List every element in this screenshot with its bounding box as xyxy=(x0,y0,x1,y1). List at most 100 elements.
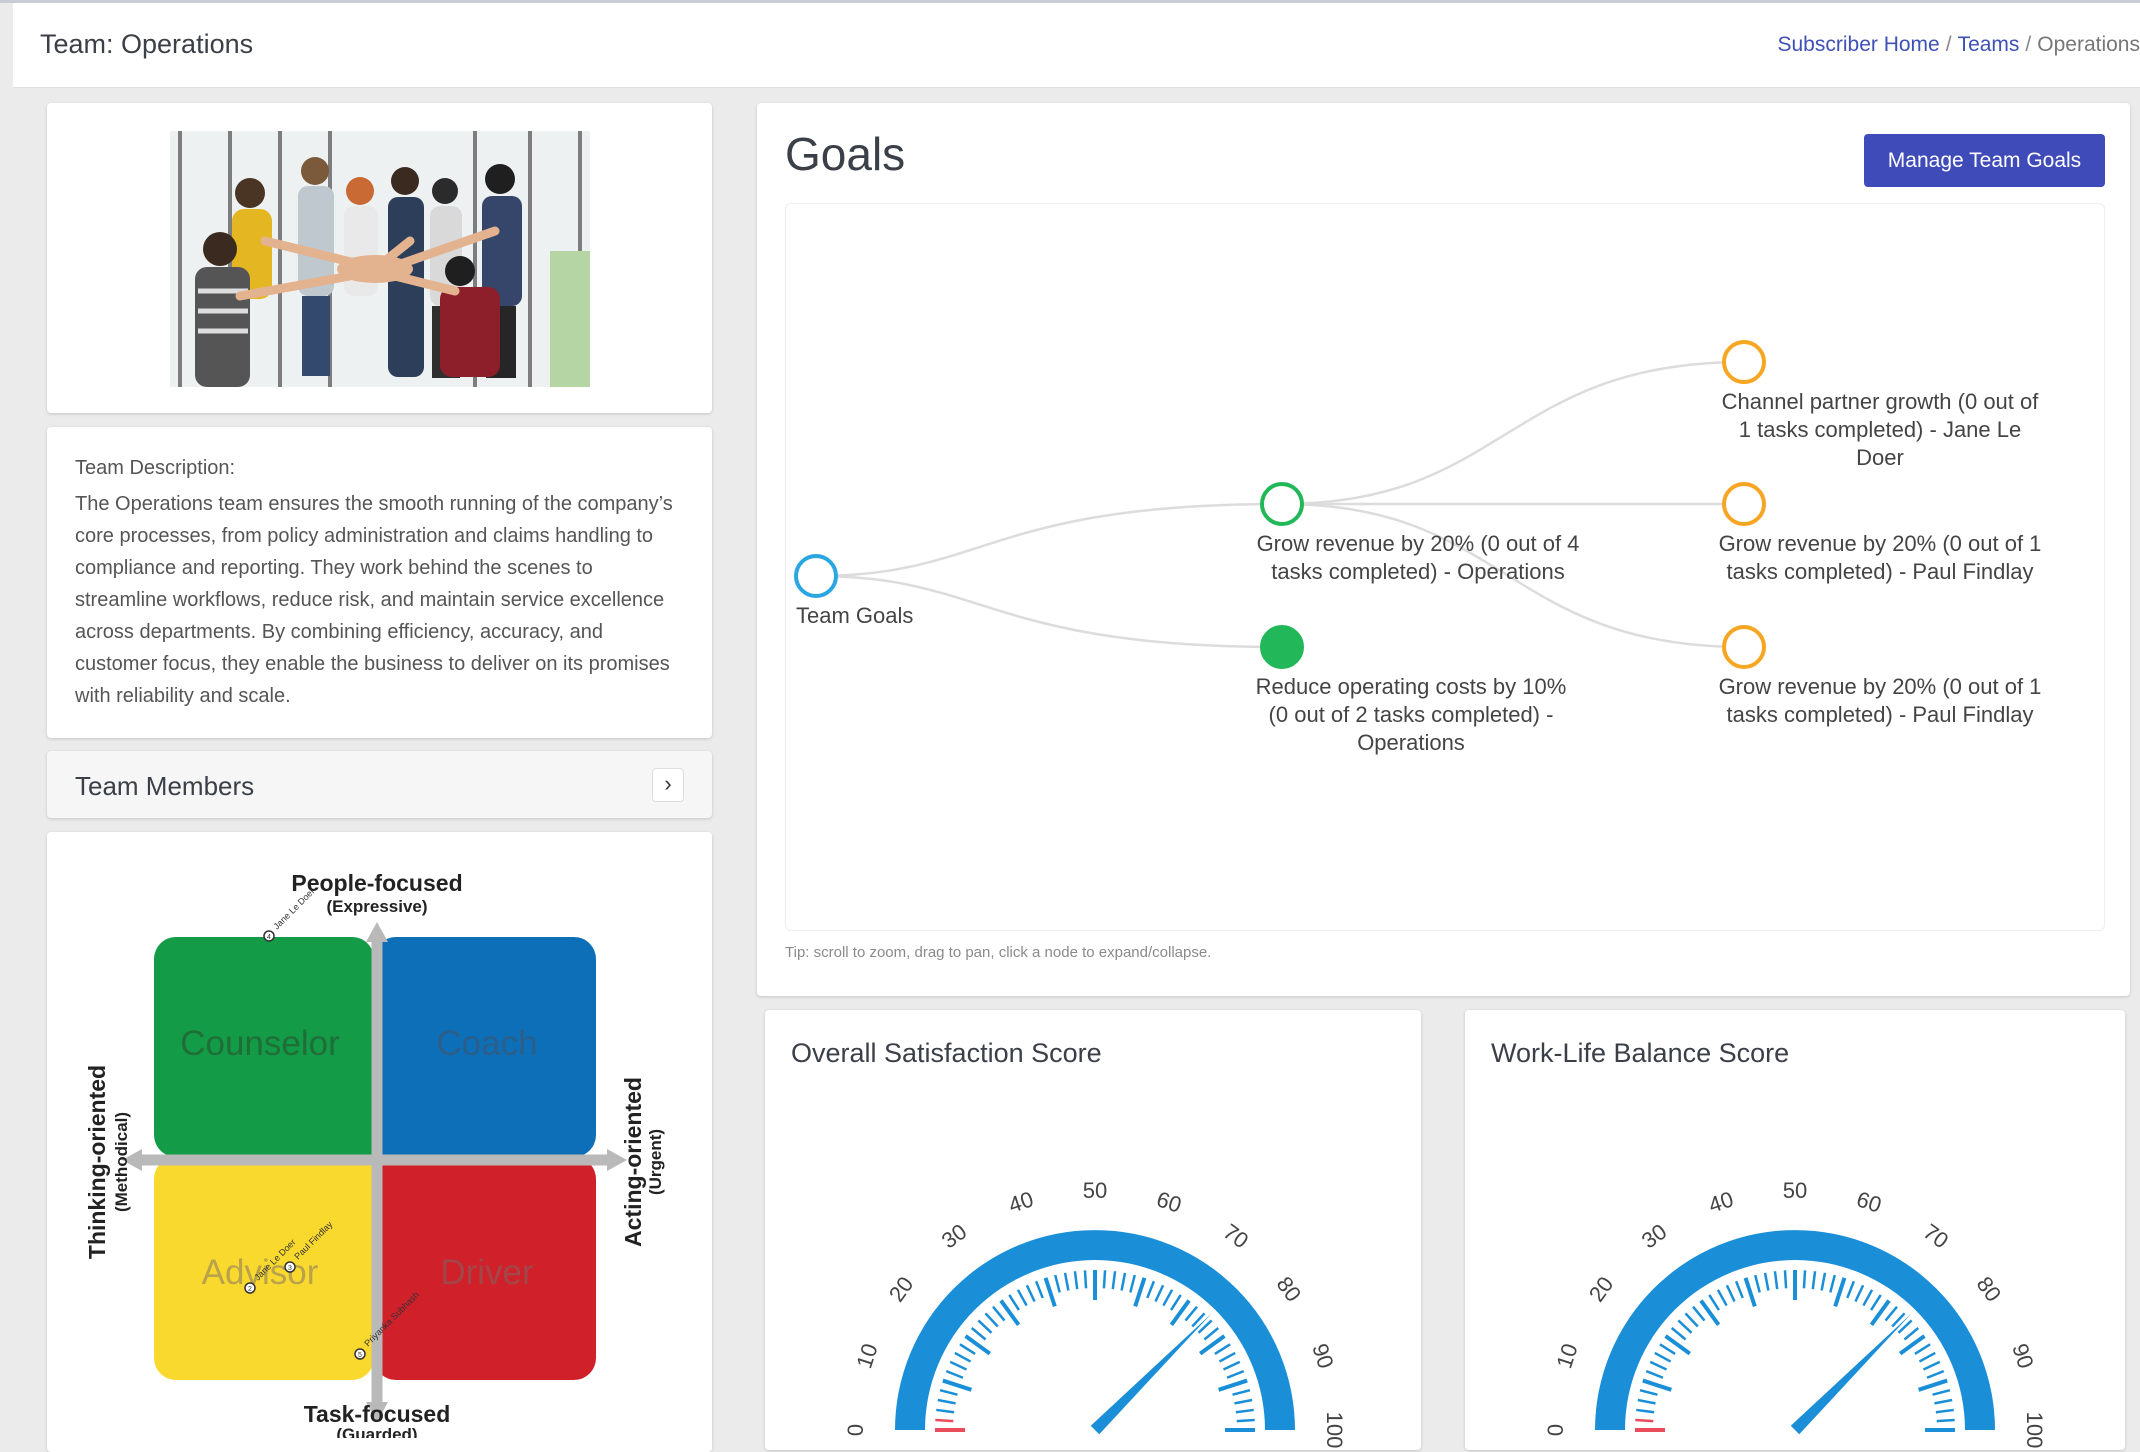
goal-node[interactable] xyxy=(1260,625,1304,669)
gauge-tick xyxy=(1162,1289,1174,1307)
gauge-tick xyxy=(1218,1351,1236,1363)
gauge-tick xyxy=(1903,1327,1920,1341)
gauge-tick xyxy=(1232,1388,1251,1396)
gauge-tick xyxy=(1677,1319,1693,1334)
gauge-tick xyxy=(945,1369,964,1379)
svg-text:5: 5 xyxy=(358,1352,362,1359)
team-photo-card xyxy=(47,103,712,413)
gauge-tick xyxy=(1214,1343,1231,1355)
breadcrumb-subscriber-home[interactable]: Subscriber Home xyxy=(1777,33,1939,56)
gauge-tick xyxy=(1716,1289,1728,1307)
gauge-tick xyxy=(1922,1360,1941,1371)
axis-label-bottom: Task-focused xyxy=(304,1401,451,1427)
manage-team-goals-button[interactable]: Manage Team Goals xyxy=(1864,134,2105,187)
page-title: Team: Operations xyxy=(40,29,254,59)
gauge-tick xyxy=(1226,1369,1245,1379)
gauge-tick xyxy=(1820,1272,1827,1291)
breadcrumb-separator: / xyxy=(2025,33,2032,56)
gauge-tick xyxy=(1649,1360,1668,1371)
quadrant-label-coach: Coach xyxy=(436,1024,537,1063)
gauge-tick xyxy=(1016,1289,1028,1307)
overall-satisfaction-gauge: 0 10 20 30 40 50 60 70 80 90 100 xyxy=(843,1178,1347,1449)
svg-text:2: 2 xyxy=(248,1286,252,1293)
gauge-tick xyxy=(1914,1343,1931,1355)
gauge-tick xyxy=(939,1388,958,1396)
gauge-tick-label: 20 xyxy=(884,1272,919,1307)
gauge-tick xyxy=(1170,1294,1182,1311)
gauge-tick-label: 60 xyxy=(1154,1186,1185,1217)
gauge-tick xyxy=(977,1319,993,1334)
gauge-tick xyxy=(1753,1274,1761,1293)
team-description-card: Team Description: The Operations team en… xyxy=(47,427,712,738)
gauge-tick xyxy=(970,1327,987,1341)
gauge-tick xyxy=(1918,1378,1948,1392)
gauge-tick xyxy=(1073,1271,1079,1290)
gauge-tick xyxy=(1197,1319,1213,1334)
member-marker[interactable]: 4 Jane Le Doer xyxy=(263,886,317,942)
gauge-tick-label: 40 xyxy=(1005,1186,1036,1217)
goal-node[interactable] xyxy=(1722,625,1766,669)
gauge-tick-label: 100 xyxy=(1322,1412,1347,1449)
gauge-tick xyxy=(1692,1305,1706,1322)
breadcrumb-teams[interactable]: Teams xyxy=(1958,33,2020,56)
goal-node[interactable] xyxy=(1722,482,1766,526)
goal-label: Channel partner growth (0 out of 1 tasks … xyxy=(1721,389,2039,470)
gauge-tick xyxy=(954,1351,972,1363)
gauge-tick xyxy=(1829,1274,1837,1293)
gauge-tick-label: 90 xyxy=(2007,1340,2038,1371)
gauge-band xyxy=(1595,1230,1995,1430)
gauge-tick xyxy=(1120,1272,1127,1291)
gauge-tick-label: 40 xyxy=(1705,1186,1736,1217)
gauge-tick xyxy=(959,1343,976,1355)
gauge-tick-label: 70 xyxy=(1919,1219,1954,1254)
goal-tree-tip: Tip: scroll to zoom, drag to pan, click … xyxy=(785,944,1212,961)
goal-node-root[interactable] xyxy=(794,554,838,598)
gauge-tick xyxy=(1133,1277,1147,1307)
goal-label: Grow revenue by 20% (0 out of 1 tasks com… xyxy=(1718,674,2042,727)
gauge-tick xyxy=(1932,1388,1951,1396)
social-style-quadrant: Counselor Coach Advisor Driver People-fo… xyxy=(84,870,665,1444)
gauge-tick xyxy=(1234,1398,1253,1405)
gauge-tick xyxy=(1645,1369,1664,1379)
gauge-tick-label: 30 xyxy=(1637,1219,1672,1254)
gauge-tick xyxy=(1635,1418,1654,1423)
gauge-tick xyxy=(1773,1271,1779,1290)
axis-label-right: Acting-oriented xyxy=(620,1077,646,1247)
gauge-tick xyxy=(1884,1305,1898,1322)
gauge-tick-label: 60 xyxy=(1854,1186,1885,1217)
goal-label-root: Team Goals xyxy=(796,603,914,628)
goal-tree-canvas[interactable]: Team Goals Grow revenue by 20% (0 out of… xyxy=(785,203,2105,931)
gauge-tick xyxy=(1053,1274,1061,1293)
gauge-tick xyxy=(1659,1343,1676,1355)
gauge-tick xyxy=(1763,1272,1770,1291)
gauge-tick xyxy=(1637,1398,1656,1405)
team-photo xyxy=(170,131,590,387)
gauge-tick xyxy=(1222,1360,1241,1371)
gauge-tick xyxy=(1684,1312,1699,1328)
gauge-tick xyxy=(1008,1294,1020,1311)
gauge-tick xyxy=(1935,1408,1954,1414)
quadrant-label-counselor: Counselor xyxy=(180,1024,340,1063)
gauge-tick xyxy=(1654,1351,1672,1363)
goal-label: Grow revenue by 20% (0 out of 1 tasks com… xyxy=(1718,531,2042,584)
gauge-tick-label: 10 xyxy=(851,1340,882,1371)
gauge-tick xyxy=(1833,1277,1847,1307)
overall-satisfaction-card: Overall Satisfaction Score 0 10 20 30 40 50 60… xyxy=(765,1010,1421,1450)
goal-node[interactable] xyxy=(1260,482,1304,526)
gauge-tick xyxy=(1063,1272,1070,1291)
gauge-tick xyxy=(1897,1319,1913,1334)
gauge-tick xyxy=(949,1360,968,1371)
expand-chevron-button[interactable]: › xyxy=(652,768,684,802)
team-members-panel[interactable]: Team Members › xyxy=(47,751,712,818)
breadcrumb: Subscriber Home / Teams / Operations xyxy=(1777,33,2140,57)
axis-sublabel-top: (Expressive) xyxy=(326,897,427,916)
goal-node[interactable] xyxy=(1722,340,1766,384)
gauge-tick-label: 50 xyxy=(1083,1178,1107,1203)
gauge-tick-label: 0 xyxy=(843,1424,868,1436)
gauge-tick xyxy=(1891,1312,1906,1328)
breadcrumb-separator: / xyxy=(1945,33,1952,56)
gauge-tick xyxy=(1129,1274,1137,1293)
gauge-needle xyxy=(1090,1313,1212,1435)
axis-sublabel-left: (Methodical) xyxy=(112,1112,131,1212)
work-life-balance-card: Work-Life Balance Score 0 10 20 30 40 50 60 70 8… xyxy=(1465,1010,2125,1450)
